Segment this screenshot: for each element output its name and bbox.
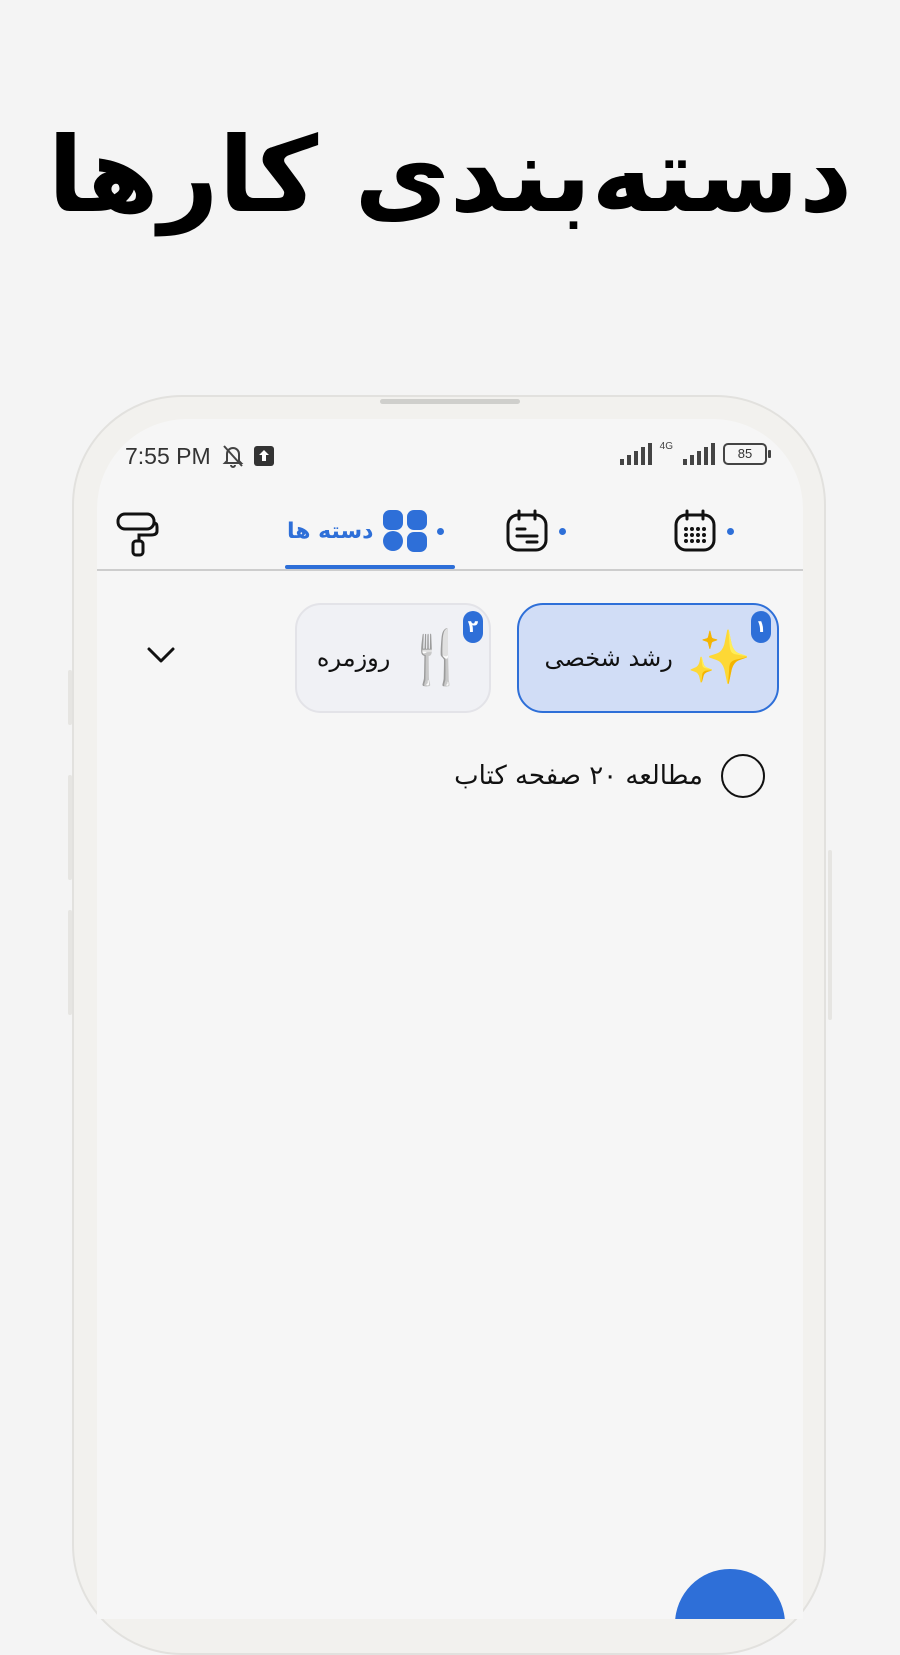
paint-roller-icon[interactable] [115,511,159,557]
task-item[interactable]: مطالعه ۲۰ صفحه کتاب [454,754,765,798]
page-headline: دسته‌بندی کارها [47,114,853,236]
signal-4g-icon [683,443,715,465]
calendar-icon [674,509,716,552]
tab-indicator-dot [559,527,566,535]
bell-off-icon [222,445,244,468]
tab-categories-label: دسته ها [287,518,374,544]
category-chip-routine[interactable]: ۲ 🍴 روزمره [295,603,491,713]
categories-icon [383,510,428,552]
phone-side-button [68,775,72,880]
tab-indicator-dot [727,527,734,535]
phone-side-button [828,850,832,1020]
phone-side-button [68,670,72,725]
status-time: 7:55 PM [125,443,211,469]
tab-bar: دسته ها [97,493,803,571]
phone-side-button [68,910,72,1015]
network-type: 4G [659,440,673,452]
active-tab-underline [285,565,455,569]
category-badge: ۲ [463,611,483,643]
app-screen: 7:55 PM 4G 85 دسته ها ۱ ✨ رشد شخصی ۲ 🍴 ر… [97,419,803,1619]
agenda-icon [506,509,548,552]
tab-indicator-dot [437,527,445,535]
add-task-button[interactable] [675,1569,785,1619]
signal-icon [619,443,652,465]
sparkles-icon: ✨ [686,628,752,688]
category-label: رشد شخصی [544,644,673,672]
category-label: روزمره [316,644,391,672]
category-badge: ۱ [751,611,771,643]
task-checkbox[interactable] [721,754,765,798]
task-label: مطالعه ۲۰ صفحه کتاب [454,761,703,791]
phone-notch [380,399,520,404]
upload-notification-icon [254,446,274,466]
tab-agenda[interactable] [505,493,566,569]
tab-categories[interactable]: دسته ها [287,493,445,569]
category-chip-personal-growth[interactable]: ۱ ✨ رشد شخصی [517,603,779,713]
battery-indicator: 85 [723,443,771,465]
chevron-down-icon[interactable] [141,635,181,675]
fork-spoon-icon: 🍴 [404,628,470,688]
tab-calendar[interactable] [673,493,734,569]
